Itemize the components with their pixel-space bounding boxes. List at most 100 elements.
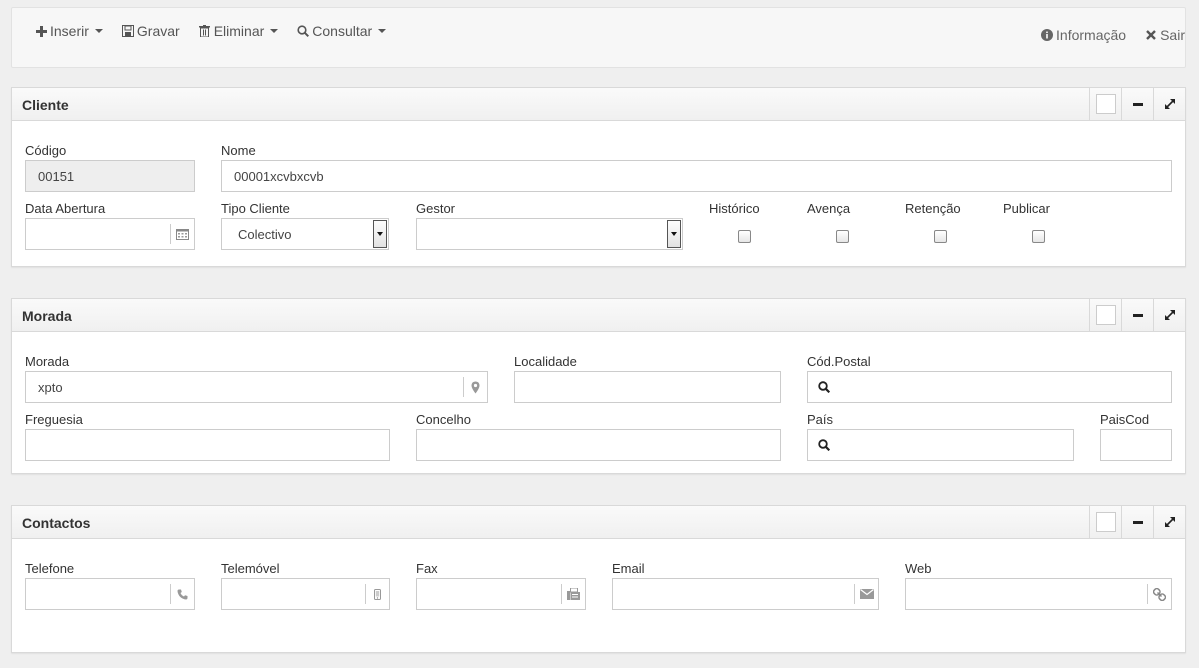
- publicar-label: Publicar: [1003, 201, 1050, 216]
- codigo-field: 00151: [25, 160, 195, 192]
- avenca-checkbox[interactable]: [836, 230, 849, 243]
- cliente-panel: Cliente Código 00151 Nome 00001xcvbxcvb …: [11, 87, 1186, 267]
- toolbar: Inserir Gravar Eliminar Consultar Inform…: [11, 7, 1186, 68]
- panel-header: Morada: [12, 299, 1185, 332]
- minus-icon: [1132, 313, 1143, 317]
- morada-field[interactable]: xpto: [25, 371, 488, 403]
- dropdown-arrow-icon[interactable]: [667, 220, 681, 248]
- historico-label: Histórico: [709, 201, 760, 216]
- paiscod-field[interactable]: [1100, 429, 1172, 461]
- retencao-label: Retenção: [905, 201, 961, 216]
- localidade-field[interactable]: [514, 371, 781, 403]
- fax-field[interactable]: [416, 578, 586, 610]
- caret-down-icon: [378, 29, 387, 33]
- web-field[interactable]: [905, 578, 1172, 610]
- info-button[interactable]: Informação: [1041, 27, 1126, 43]
- mobile-icon: [365, 584, 389, 604]
- tipo-cliente-value: Colectivo: [238, 226, 292, 242]
- data-abertura-label: Data Abertura: [25, 201, 106, 216]
- envelope-icon: [854, 584, 878, 604]
- panel-title: Contactos: [22, 515, 91, 531]
- avenca-label: Avença: [807, 201, 851, 216]
- save-button[interactable]: Gravar: [121, 23, 180, 39]
- trash-icon: [199, 25, 211, 37]
- tipo-cliente-select[interactable]: Colectivo: [221, 218, 389, 250]
- info-label: Informação: [1056, 27, 1127, 43]
- dropdown-arrow-icon[interactable]: [373, 220, 387, 248]
- panel-checkbox[interactable]: [1089, 88, 1121, 120]
- insert-button[interactable]: Inserir: [35, 23, 103, 39]
- nome-label: Nome: [221, 143, 256, 158]
- tipo-cliente-label: Tipo Cliente: [221, 201, 290, 216]
- panel-header: Cliente: [12, 88, 1185, 121]
- codigo-value: 00151: [38, 168, 75, 184]
- retencao-checkbox[interactable]: [934, 230, 947, 243]
- email-field[interactable]: [612, 578, 879, 610]
- query-button[interactable]: Consultar: [297, 23, 387, 39]
- search-icon[interactable]: [818, 439, 831, 454]
- expand-icon: [1164, 517, 1175, 527]
- map-marker-icon[interactable]: [463, 377, 487, 397]
- morada-label: Morada: [25, 354, 70, 369]
- close-icon: [1145, 29, 1157, 41]
- exit-button[interactable]: Sair: [1145, 27, 1185, 43]
- delete-button[interactable]: Eliminar: [199, 23, 279, 39]
- expand-icon: [1164, 310, 1175, 320]
- fax-label: Fax: [416, 561, 438, 576]
- morada-value: xpto: [38, 379, 63, 395]
- insert-label: Inserir: [50, 23, 89, 39]
- concelho-label: Concelho: [416, 412, 471, 427]
- panel-title: Cliente: [22, 97, 69, 113]
- gestor-select[interactable]: [416, 218, 683, 250]
- nome-field[interactable]: 00001xcvbxcvb: [221, 160, 1172, 192]
- panel-checkbox[interactable]: [1089, 299, 1121, 331]
- morada-panel: Morada Morada xpto Localidade Cód.Postal…: [11, 298, 1186, 474]
- caret-down-icon: [94, 29, 103, 33]
- expand-button[interactable]: [1153, 506, 1185, 538]
- codigo-label: Código: [25, 143, 67, 158]
- collapse-button[interactable]: [1121, 88, 1153, 120]
- expand-button[interactable]: [1153, 88, 1185, 120]
- fax-icon: [561, 584, 585, 604]
- minus-icon: [1132, 102, 1143, 106]
- historico-checkbox[interactable]: [738, 230, 751, 243]
- delete-label: Eliminar: [213, 23, 265, 39]
- panel-title: Morada: [22, 308, 72, 324]
- web-label: Web: [905, 561, 932, 576]
- collapse-button[interactable]: [1121, 506, 1153, 538]
- concelho-field[interactable]: [416, 429, 781, 461]
- email-label: Email: [612, 561, 645, 576]
- codpostal-field[interactable]: [807, 371, 1172, 403]
- info-circle-icon: [1041, 29, 1054, 41]
- plus-icon: [35, 25, 47, 37]
- telefone-label: Telefone: [25, 561, 75, 576]
- freguesia-field[interactable]: [25, 429, 390, 461]
- calendar-icon[interactable]: [170, 224, 194, 244]
- query-label: Consultar: [312, 23, 373, 39]
- telemovel-label: Telemóvel: [221, 561, 280, 576]
- data-abertura-field[interactable]: [25, 218, 195, 250]
- pais-field[interactable]: [807, 429, 1074, 461]
- paiscod-label: PaisCod: [1100, 412, 1150, 427]
- pais-label: País: [807, 412, 834, 427]
- expand-icon: [1164, 99, 1175, 109]
- codpostal-label: Cód.Postal: [807, 354, 871, 369]
- caret-down-icon: [270, 29, 279, 33]
- save-label: Gravar: [136, 23, 180, 39]
- gestor-label: Gestor: [416, 201, 456, 216]
- nome-value: 00001xcvbxcvb: [234, 168, 324, 184]
- floppy-icon: [121, 25, 134, 37]
- telefone-field[interactable]: [25, 578, 195, 610]
- phone-icon: [170, 584, 194, 604]
- freguesia-label: Freguesia: [25, 412, 83, 427]
- panel-checkbox[interactable]: [1089, 506, 1121, 538]
- zoom-icon: [297, 25, 310, 37]
- search-icon[interactable]: [818, 381, 831, 396]
- exit-label: Sair: [1160, 27, 1185, 43]
- publicar-checkbox[interactable]: [1032, 230, 1045, 243]
- minus-icon: [1132, 520, 1143, 524]
- contactos-panel: Contactos Telefone Telemóvel Fax Email W…: [11, 505, 1186, 653]
- expand-button[interactable]: [1153, 299, 1185, 331]
- collapse-button[interactable]: [1121, 299, 1153, 331]
- telemovel-field[interactable]: [221, 578, 390, 610]
